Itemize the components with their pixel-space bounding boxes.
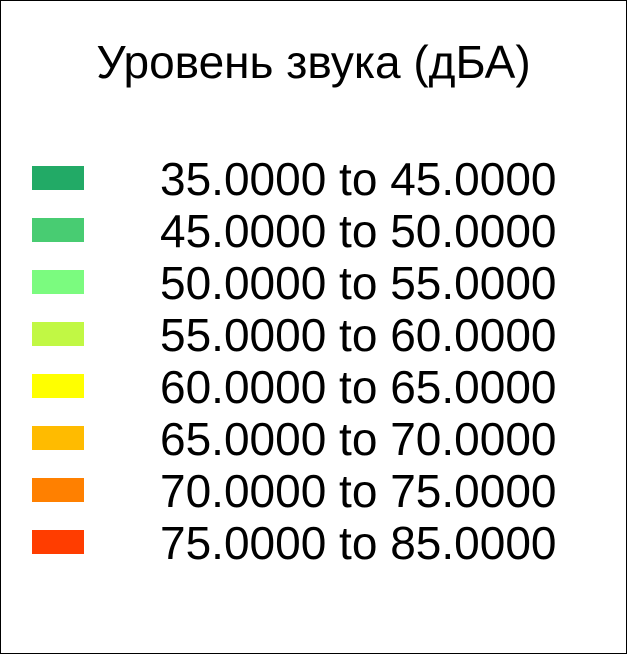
legend-item: 75.0000 to 85.0000 <box>1 515 626 569</box>
legend-list: 35.0000 to 45.0000 45.0000 to 50.0000 50… <box>1 151 626 569</box>
legend-label: 55.0000 to 60.0000 <box>160 309 557 361</box>
legend-item: 45.0000 to 50.0000 <box>1 203 626 257</box>
legend-swatch <box>32 530 84 554</box>
legend-swatch <box>32 426 84 450</box>
legend-item: 35.0000 to 45.0000 <box>1 151 626 205</box>
legend-item: 50.0000 to 55.0000 <box>1 255 626 309</box>
legend-label: 75.0000 to 85.0000 <box>160 517 557 569</box>
legend-label: 65.0000 to 70.0000 <box>160 413 557 465</box>
legend-label: 70.0000 to 75.0000 <box>160 465 557 517</box>
legend-swatch <box>32 374 84 398</box>
legend-label: 60.0000 to 65.0000 <box>160 361 557 413</box>
legend-label: 45.0000 to 50.0000 <box>160 205 557 257</box>
legend-panel: Уровень звука (дБА) 35.0000 to 45.0000 4… <box>0 0 627 654</box>
legend-swatch <box>32 270 84 294</box>
legend-title: Уровень звука (дБА) <box>96 36 531 88</box>
legend-swatch <box>32 166 84 190</box>
legend-label: 50.0000 to 55.0000 <box>160 257 557 309</box>
legend-item: 60.0000 to 65.0000 <box>1 359 626 413</box>
legend-item: 65.0000 to 70.0000 <box>1 411 626 465</box>
legend-swatch <box>32 218 84 242</box>
legend-swatch <box>32 322 84 346</box>
legend-item: 70.0000 to 75.0000 <box>1 463 626 517</box>
legend-item: 55.0000 to 60.0000 <box>1 307 626 361</box>
legend-label: 35.0000 to 45.0000 <box>160 153 557 205</box>
legend-swatch <box>32 478 84 502</box>
